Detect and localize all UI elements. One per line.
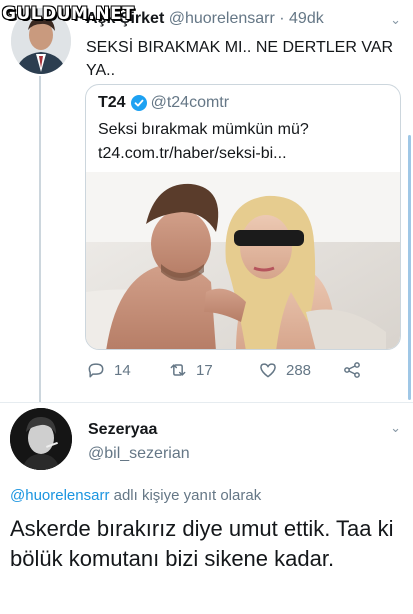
- scrollbar[interactable]: [408, 135, 411, 400]
- handle[interactable]: @bil_sezerian: [88, 445, 190, 463]
- divider: [0, 402, 413, 403]
- quoted-text-line: Seksi bırakmak mümkün mü?: [98, 121, 309, 138]
- avatar[interactable]: [10, 408, 72, 470]
- tweet-text: Askerde bırakırız diye umut ettik. Taa k…: [10, 516, 394, 571]
- heart-icon: [260, 363, 276, 378]
- quoted-tweet[interactable]: T24 @t24comtr Seksi bırakmak mümkün mü? …: [85, 84, 401, 350]
- chevron-down-icon[interactable]: ⌄: [390, 420, 401, 436]
- like-count: 288: [286, 361, 312, 379]
- tweet-text: SEKSİ BIRAKMAK MI.. NE DERTLER VAR YA..: [86, 39, 394, 79]
- handle[interactable]: @huorelensarr: [169, 10, 275, 27]
- reply-icon: [88, 363, 104, 378]
- retweet-count: 17: [196, 361, 213, 379]
- share-icon: [344, 362, 360, 378]
- reply-button[interactable]: 14: [86, 360, 131, 380]
- reply-mention-link[interactable]: @huorelensarr: [10, 487, 109, 504]
- retweet-icon: [170, 364, 186, 376]
- verified-badge-icon: [130, 95, 147, 111]
- retweet-button[interactable]: 17: [168, 360, 213, 380]
- chevron-down-icon[interactable]: ⌄: [390, 12, 401, 28]
- user-photo-icon: [10, 408, 72, 470]
- watermark-logo: GULDUM.NET: [2, 4, 135, 24]
- like-button[interactable]: 288: [258, 360, 311, 380]
- quoted-text: Seksi bırakmak mümkün mü? t24.com.tr/hab…: [98, 118, 392, 166]
- quoted-handle: @t24comtr: [150, 94, 230, 111]
- reply-count: 14: [114, 361, 131, 379]
- replying-to-text: adlı kişiye yanıt olarak: [109, 487, 262, 504]
- display-name[interactable]: Sezeryaa: [88, 421, 157, 439]
- thread-line: [39, 76, 41, 402]
- tweet-actions: 14 17 288: [86, 360, 376, 384]
- replying-to: @huorelensarr adlı kişiye yanıt olarak: [10, 487, 261, 504]
- timestamp[interactable]: · 49dk: [279, 10, 323, 27]
- quoted-photo[interactable]: [86, 172, 401, 350]
- quoted-display-name: T24: [98, 94, 126, 111]
- share-button[interactable]: [342, 360, 362, 380]
- quoted-link[interactable]: t24.com.tr/haber/seksi-bi...: [98, 142, 392, 166]
